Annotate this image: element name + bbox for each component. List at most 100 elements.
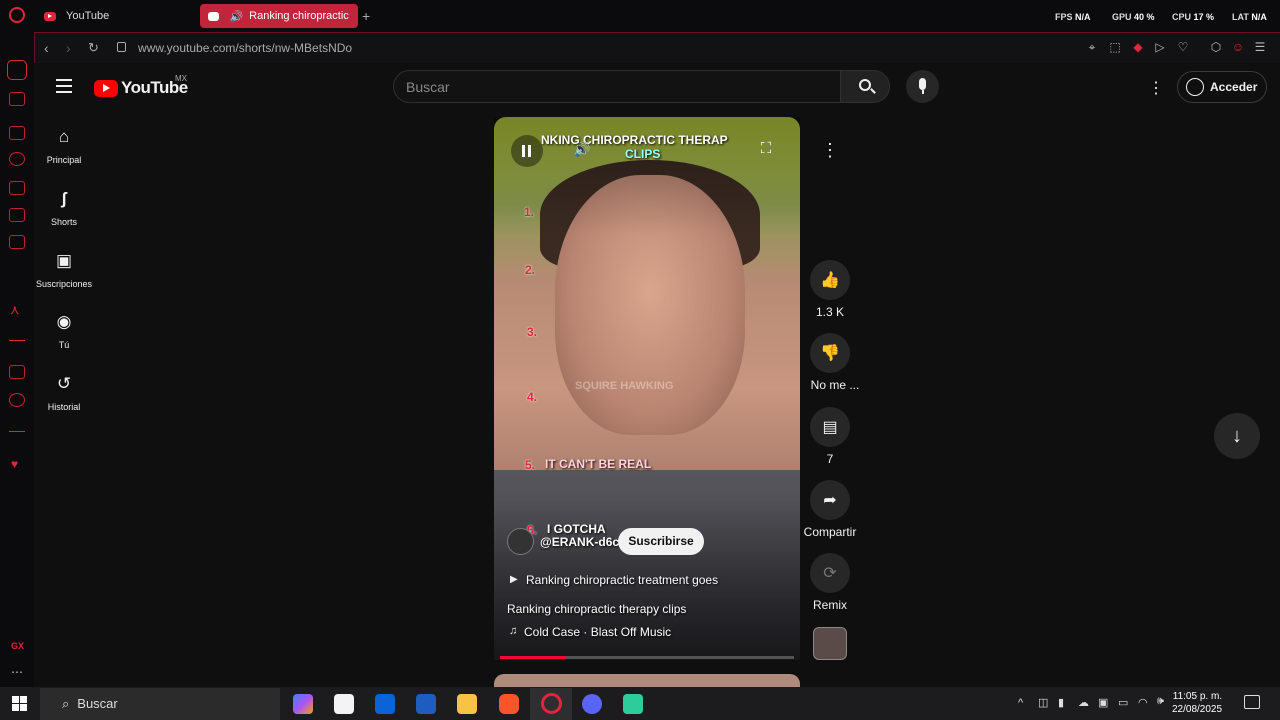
snapshot-icon[interactable]: ⬚ bbox=[1108, 40, 1122, 54]
gx-corner-icon[interactable] bbox=[9, 92, 25, 106]
vpn-shield-icon[interactable]: ◆ bbox=[1131, 40, 1145, 54]
channel-handle[interactable]: @ERANK-d6c bbox=[540, 535, 619, 549]
discord-icon[interactable] bbox=[582, 694, 602, 714]
taskbar-clock[interactable]: 11:05 p. m. 22/08/2025 bbox=[1172, 690, 1222, 716]
file-explorer-icon[interactable] bbox=[457, 694, 477, 714]
tab-ranking-chiropractic[interactable]: 🔊 Ranking chiropractic t bbox=[200, 4, 358, 28]
more-options-icon[interactable]: ⋮ bbox=[810, 130, 850, 170]
whatsapp-icon[interactable] bbox=[9, 393, 25, 407]
new-tab-button[interactable]: + bbox=[362, 8, 370, 24]
extensions-icon[interactable]: ⬡ bbox=[1209, 40, 1223, 54]
rank-5-text: IT CAN'T BE REAL bbox=[545, 457, 652, 471]
taskbar-search[interactable]: ⌕ Buscar bbox=[40, 688, 280, 720]
lock-icon bbox=[117, 42, 126, 52]
messenger-icon[interactable] bbox=[9, 208, 25, 222]
battery-icon[interactable]: ▭ bbox=[1118, 696, 1128, 709]
sound-thumbnail[interactable] bbox=[813, 627, 847, 660]
channel-avatar[interactable] bbox=[507, 528, 534, 555]
guide-label: Suscripciones bbox=[35, 279, 93, 289]
share-button[interactable]: ➦ bbox=[810, 480, 850, 520]
easy-setup-icon[interactable]: ☰ bbox=[1253, 40, 1267, 54]
copilot-icon[interactable] bbox=[293, 694, 313, 714]
gpu-stat: GPU 40 % bbox=[1112, 12, 1155, 22]
next-short-preview[interactable] bbox=[494, 674, 800, 688]
game-icon[interactable] bbox=[9, 181, 25, 195]
pause-button[interactable] bbox=[511, 135, 543, 167]
remix-button[interactable]: ⟳ bbox=[810, 553, 850, 593]
tray-overflow-icon[interactable]: ^ bbox=[1018, 697, 1023, 709]
wifi-icon[interactable]: ◠ bbox=[1138, 696, 1148, 709]
search-input[interactable]: Buscar bbox=[393, 70, 840, 103]
menu-icon[interactable] bbox=[56, 79, 72, 97]
opera-logo-icon[interactable] bbox=[9, 7, 25, 23]
account-icon: ◉ bbox=[56, 312, 72, 331]
tray-cloud-icon[interactable]: ☁ bbox=[1078, 696, 1089, 709]
home-icon[interactable] bbox=[7, 60, 27, 80]
progress-bar[interactable] bbox=[500, 656, 794, 659]
playlist-link[interactable]: Ranking chiropractic treatment goes bbox=[526, 573, 718, 587]
guide-item-shorts[interactable]: ʃ Shorts bbox=[35, 189, 93, 227]
tab-youtube[interactable]: YouTube bbox=[36, 4, 196, 28]
send-icon[interactable]: ▷ bbox=[1153, 40, 1167, 54]
store-icon[interactable] bbox=[334, 694, 354, 714]
brave-icon[interactable] bbox=[499, 694, 519, 714]
rank-2: 2. bbox=[525, 263, 536, 277]
comments-button[interactable]: ▤ bbox=[810, 407, 850, 447]
dislike-button[interactable]: 👎 bbox=[810, 333, 850, 373]
sidebar-more-icon[interactable]: ⋯ bbox=[11, 665, 23, 679]
music-player-icon[interactable] bbox=[9, 235, 25, 249]
opera-gx-icon[interactable] bbox=[541, 693, 562, 714]
word-icon[interactable] bbox=[416, 694, 436, 714]
url-field[interactable]: www.youtube.com/shorts/nw-MBetsNDo bbox=[138, 41, 352, 55]
tab-label: YouTube bbox=[66, 10, 110, 22]
back-icon[interactable]: ‹ bbox=[44, 40, 49, 56]
volume-icon[interactable]: 🔊 bbox=[573, 141, 590, 158]
remix-label: Remix bbox=[812, 598, 847, 612]
guide-label: Shorts bbox=[50, 217, 77, 227]
short-title[interactable]: Ranking chiropractic therapy clips bbox=[507, 602, 686, 616]
guide-item-history[interactable]: ↺ Historial bbox=[35, 374, 93, 412]
arrow-down-icon: ↓ bbox=[1232, 424, 1242, 447]
pause-icon bbox=[522, 145, 525, 157]
like-button[interactable]: 👍 bbox=[810, 260, 850, 300]
youtube-logo[interactable]: YouTube bbox=[94, 78, 188, 98]
tray-capture-icon[interactable]: ▣ bbox=[1098, 696, 1108, 709]
guide-item-subscriptions[interactable]: ▣ Suscripciones bbox=[35, 251, 93, 289]
volume-tray-icon[interactable]: 🕪 bbox=[1157, 695, 1164, 708]
guide-item-you[interactable]: ◉ Tú bbox=[35, 312, 93, 350]
next-short-button[interactable]: ↓ bbox=[1214, 413, 1260, 459]
forward-icon[interactable]: › bbox=[66, 40, 71, 56]
notifications-icon[interactable] bbox=[1244, 695, 1260, 709]
gx-control-icon[interactable] bbox=[9, 126, 25, 140]
search-button[interactable] bbox=[840, 70, 890, 103]
account-icon bbox=[1186, 78, 1204, 96]
rank-1: 1. bbox=[524, 205, 535, 219]
comment-icon: ▤ bbox=[822, 419, 838, 436]
app-icon[interactable] bbox=[623, 694, 643, 714]
music-link[interactable]: Cold Case · Blast Off Music bbox=[524, 625, 671, 639]
tray-icon[interactable]: ◫ bbox=[1038, 696, 1048, 709]
fullscreen-icon[interactable]: ⛶ bbox=[757, 140, 775, 158]
gx-logo-icon[interactable]: GX bbox=[11, 641, 24, 651]
subscribe-button[interactable]: Suscribirse bbox=[618, 528, 704, 555]
tray-usb-icon[interactable]: ▮ bbox=[1058, 696, 1064, 709]
clock-date: 22/08/2025 bbox=[1172, 704, 1223, 715]
pin-icon[interactable]: ⌖ bbox=[1085, 40, 1099, 54]
heart-icon[interactable]: ♡ bbox=[1176, 40, 1190, 54]
reload-icon[interactable]: ↻ bbox=[88, 40, 99, 56]
aria-icon[interactable]: ⋏ bbox=[10, 302, 20, 318]
settings-kebab-icon[interactable]: ⋮ bbox=[1148, 78, 1164, 98]
guide-item-principal[interactable]: ⌂ Principal bbox=[35, 127, 93, 165]
speed-dial-icon[interactable] bbox=[9, 152, 25, 166]
rank-6-text: I GOTCHA bbox=[547, 522, 606, 536]
guide-label: Principal bbox=[46, 155, 82, 165]
profile-icon[interactable]: ☺ bbox=[1231, 40, 1245, 54]
taskbar-search-label: Buscar bbox=[77, 696, 118, 711]
favorites-heart-icon[interactable]: ♥ bbox=[11, 457, 18, 471]
outlook-icon[interactable] bbox=[375, 694, 395, 714]
windows-start-icon[interactable] bbox=[12, 696, 27, 711]
voice-search-button[interactable] bbox=[906, 70, 939, 103]
signin-button[interactable]: Acceder bbox=[1177, 71, 1267, 103]
region-code: MX bbox=[175, 74, 187, 83]
twitch-icon[interactable] bbox=[9, 365, 25, 379]
